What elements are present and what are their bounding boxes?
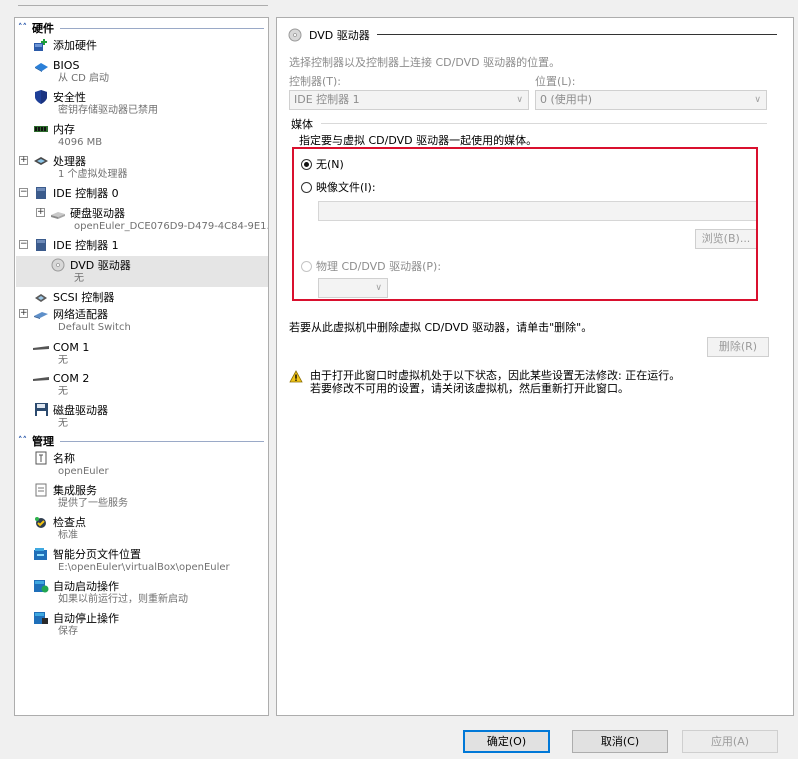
media-group-label: 媒体 <box>291 118 313 131</box>
controller-value: IDE 控制器 1 <box>294 93 360 106</box>
expand-icon[interactable]: + <box>19 309 28 318</box>
tree-item-sub: 从 CD 启动 <box>58 73 110 84</box>
checkpoint-icon <box>33 515 49 529</box>
media-group-rule <box>321 123 767 124</box>
hardware-header-label: 硬件 <box>32 22 54 35</box>
dvd-disc-icon <box>287 28 303 42</box>
add-hardware-icon <box>33 38 49 52</box>
tree-item-label: 集成服务 <box>53 484 97 497</box>
tree-item-sub: E:\openEuler\virtualBox\openEuler <box>58 562 230 573</box>
tree-item-sub: 保存 <box>58 626 78 637</box>
section-rule <box>60 27 264 29</box>
remove-button[interactable]: 删除(R) <box>707 337 769 357</box>
tree-item-sub: openEuler_DCE076D9-D479-4C84-9E1... <box>74 221 269 232</box>
warning-line-2: 若要修改不可用的设置，请关闭该虚拟机，然后重新打开此窗口。 <box>310 382 629 395</box>
bios-chip-icon <box>33 58 49 72</box>
hardware-section-header[interactable]: ˄˄ 硬件 <box>15 21 268 35</box>
tree-item-label: 处理器 <box>53 155 86 168</box>
memory-chip-icon <box>33 122 49 136</box>
tree-item-label: 自动启动操作 <box>53 580 119 593</box>
tree-item-label: 硬盘驱动器 <box>70 207 125 220</box>
tree-item-sub: 无 <box>58 386 68 397</box>
tree-item-label: 安全性 <box>53 91 86 104</box>
tree-item-sub: 无 <box>58 418 68 429</box>
tree-item-label: COM 2 <box>53 371 90 385</box>
settings-panel: DVD 驱动器 选择控制器以及控制器上连接 CD/DVD 驱动器的位置。 控制器… <box>276 17 794 716</box>
media-description: 指定要与虚拟 CD/DVD 驱动器一起使用的媒体。 <box>299 134 538 147</box>
ok-button[interactable]: 确定(O) <box>463 730 550 753</box>
ide-controller-icon <box>33 186 49 200</box>
scsi-controller-icon <box>33 290 49 304</box>
controller-dropdown[interactable]: IDE 控制器 1 ∨ <box>289 90 529 110</box>
chevron-down-icon: ∨ <box>516 95 523 105</box>
tree-item-label: COM 1 <box>53 340 90 354</box>
floppy-disk-icon <box>33 403 49 417</box>
section-rule <box>60 440 264 442</box>
ide-controller-icon <box>33 238 49 252</box>
expand-icon[interactable]: + <box>36 208 45 217</box>
expand-icon[interactable]: + <box>19 156 28 165</box>
tree-item-label: 磁盘驱动器 <box>53 404 108 417</box>
auto-stop-icon <box>33 611 49 625</box>
tree-item-label: IDE 控制器 0 <box>53 187 119 200</box>
top-edge <box>18 0 268 6</box>
hard-drive-icon <box>50 206 66 220</box>
tree-item-label: 检查点 <box>53 516 86 529</box>
collapse-icon[interactable]: − <box>19 188 28 197</box>
settings-tree[interactable]: ˄˄ 硬件 添加硬件 BIOS 从 CD 启动 安全性 密钥存储驱动器已禁用 内… <box>14 17 269 716</box>
collapse-chevron-icon[interactable]: ˄˄ <box>18 23 30 33</box>
warning-line-1: 由于打开此窗口时虚拟机处于以下状态，因此某些设置无法修改: 正在运行。 <box>310 369 681 382</box>
tree-item-sub: 4096 MB <box>58 137 103 148</box>
chevron-down-icon: ∨ <box>754 95 761 105</box>
tree-item-sub: 标准 <box>58 530 78 541</box>
tree-item-label: 自动停止操作 <box>53 612 119 625</box>
com-port-icon <box>33 340 49 354</box>
network-adapter-icon <box>33 307 49 321</box>
tree-item-label: 网络适配器 <box>53 308 108 321</box>
collapse-chevron-icon[interactable]: ˄˄ <box>18 436 30 446</box>
dvd-disc-icon <box>50 258 66 272</box>
name-tag-icon <box>33 451 49 465</box>
panel-header: DVD 驱动器 <box>287 27 370 43</box>
warning-icon <box>289 370 303 386</box>
panel-title: DVD 驱动器 <box>309 29 370 42</box>
tree-item-sub: 提供了一些服务 <box>58 498 128 509</box>
tree-item-label: DVD 驱动器 <box>70 259 131 272</box>
controller-description: 选择控制器以及控制器上连接 CD/DVD 驱动器的位置。 <box>289 56 561 69</box>
collapse-icon[interactable]: − <box>19 240 28 249</box>
tree-item-sub: 无 <box>74 273 84 284</box>
tree-item-sub: openEuler <box>58 466 109 477</box>
tree-item-label: 名称 <box>53 452 75 465</box>
warning-message: 由于打开此窗口时虚拟机处于以下状态，因此某些设置无法修改: 正在运行。 若要修改… <box>310 369 680 395</box>
management-section-header[interactable]: ˄˄ 管理 <box>15 434 268 448</box>
processor-icon <box>33 154 49 168</box>
location-label: 位置(L): <box>535 75 576 88</box>
tree-item-label: 内存 <box>53 123 75 136</box>
shield-icon <box>33 90 49 104</box>
tree-item-label: BIOS <box>53 58 80 72</box>
apply-button[interactable]: 应用(A) <box>682 730 778 753</box>
cancel-button[interactable]: 取消(C) <box>572 730 668 753</box>
tree-item-sub: 密钥存储驱动器已禁用 <box>58 105 158 116</box>
red-highlight-frame <box>292 147 758 301</box>
tree-item-sub: Default Switch <box>58 322 131 333</box>
header-rule <box>377 34 777 35</box>
tree-item-label: IDE 控制器 1 <box>53 239 119 252</box>
integration-services-icon <box>33 483 49 497</box>
smart-paging-icon <box>33 547 49 561</box>
location-dropdown[interactable]: 0 (使用中) ∨ <box>535 90 767 110</box>
management-header-label: 管理 <box>32 435 54 448</box>
tree-item-label: SCSI 控制器 <box>53 291 115 304</box>
tree-item-label: 智能分页文件位置 <box>53 548 141 561</box>
auto-start-icon <box>33 579 49 593</box>
tree-item-sub: 无 <box>58 355 68 366</box>
com-port-icon <box>33 371 49 385</box>
tree-item-sub: 1 个虚拟处理器 <box>58 169 128 180</box>
tree-item-label: 添加硬件 <box>53 39 97 52</box>
remove-description: 若要从此虚拟机中删除虚拟 CD/DVD 驱动器，请单击"删除"。 <box>289 321 593 334</box>
controller-label: 控制器(T): <box>289 75 342 88</box>
tree-item-sub: 如果以前运行过，则重新启动 <box>58 594 188 605</box>
location-value: 0 (使用中) <box>540 93 593 106</box>
